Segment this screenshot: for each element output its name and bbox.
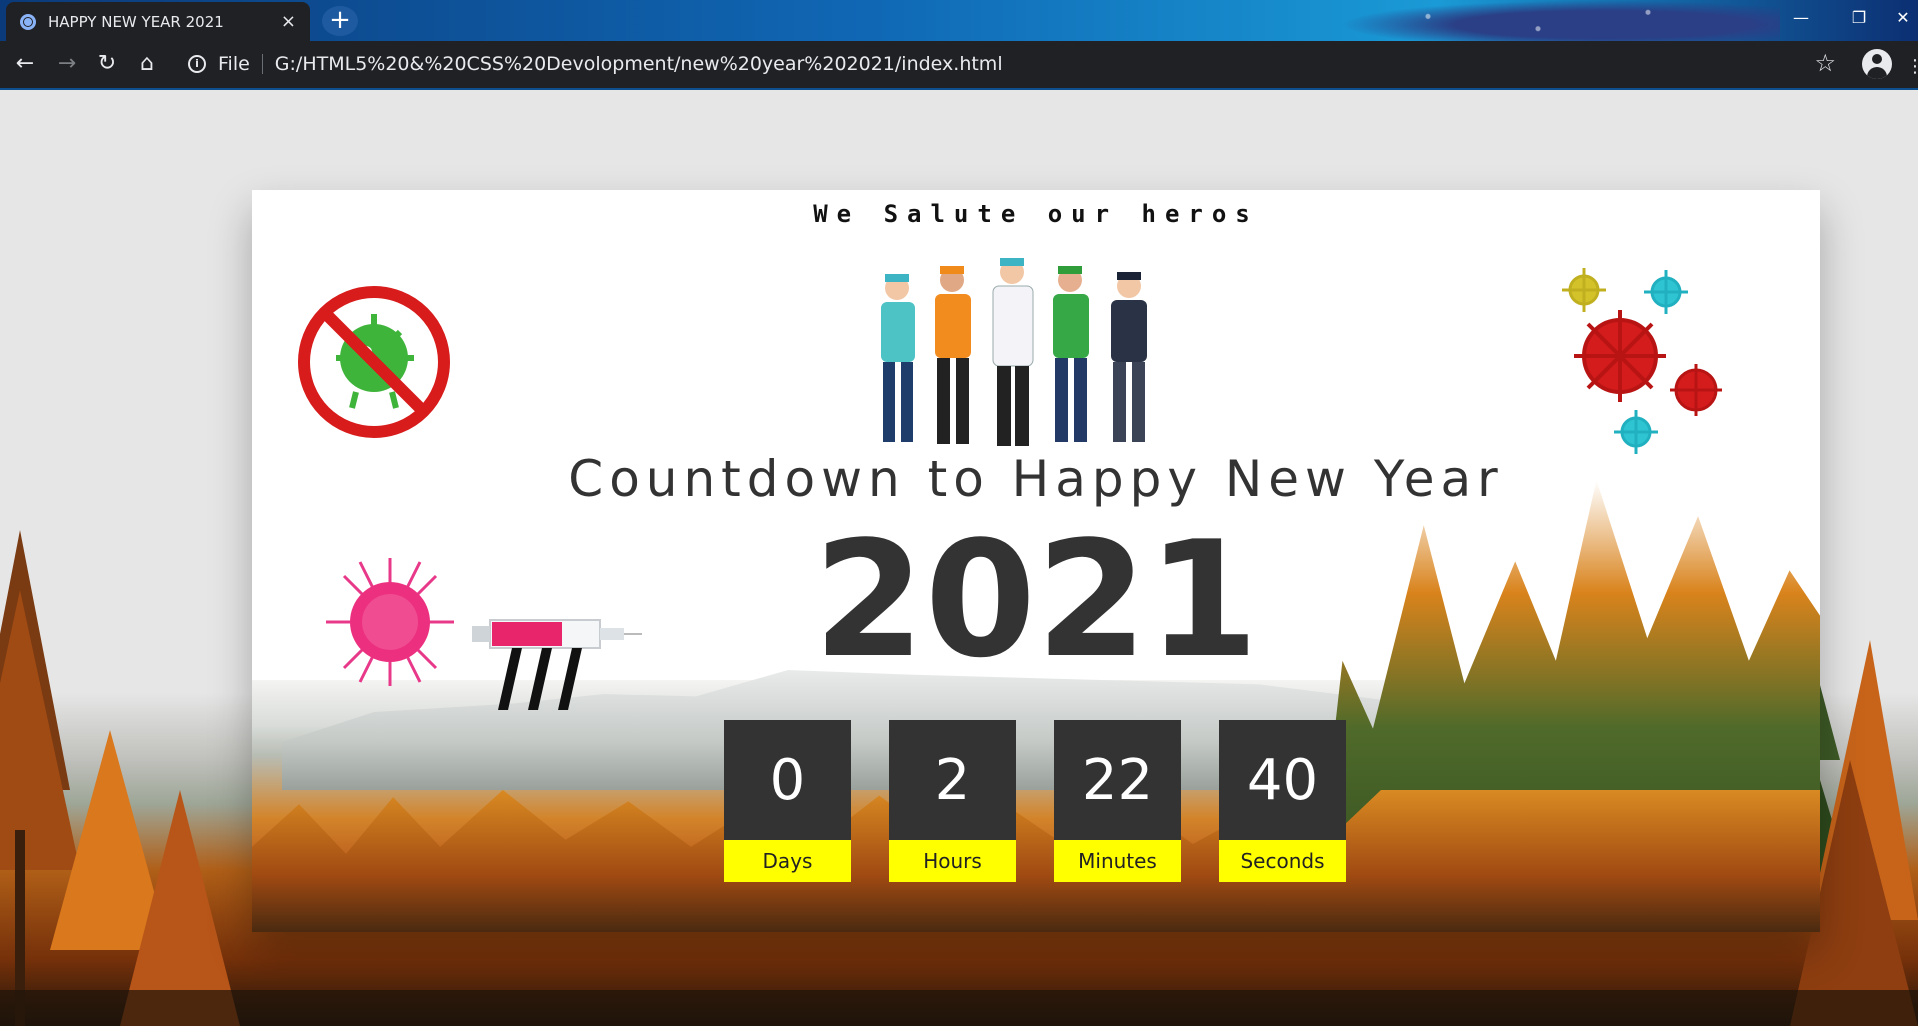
browser-toolbar: ← → ↻ ⌂ i File G:/HTML5%20&%20CSS%20Devo… bbox=[0, 41, 1918, 90]
hours-value: 2 bbox=[889, 720, 1016, 840]
back-button[interactable]: ← bbox=[10, 49, 40, 79]
file-label: File bbox=[218, 53, 250, 75]
reload-button[interactable]: ↻ bbox=[92, 49, 122, 79]
countdown-title: Countdown to Happy New Year bbox=[568, 450, 1504, 508]
seconds-label: Seconds bbox=[1219, 840, 1346, 882]
address-bar[interactable]: i File G:/HTML5%20&%20CSS%20Devolopment/… bbox=[176, 47, 1850, 81]
menu-icon[interactable]: ⋮ bbox=[1906, 56, 1918, 77]
minutes-value: 22 bbox=[1054, 720, 1181, 840]
no-virus-sign-icon bbox=[298, 286, 450, 438]
page-viewport: We Salute our heros Countdown to Happy N… bbox=[0, 90, 1918, 1026]
divider bbox=[261, 54, 263, 74]
minutes-counter: 22 Minutes bbox=[1054, 720, 1181, 882]
forward-button[interactable]: → bbox=[52, 49, 82, 79]
days-value: 0 bbox=[724, 720, 851, 840]
info-icon[interactable]: i bbox=[188, 55, 206, 73]
tab-title: HAPPY NEW YEAR 2021 bbox=[48, 12, 224, 31]
seconds-value: 40 bbox=[1219, 720, 1346, 840]
heroes-illustration bbox=[881, 258, 1147, 446]
days-counter: 0 Days bbox=[724, 720, 851, 882]
virus-cluster-icon bbox=[1562, 268, 1722, 454]
tab-strip: HAPPY NEW YEAR 2021 × + — ❐ ✕ bbox=[0, 0, 1918, 41]
days-label: Days bbox=[724, 840, 851, 882]
left-trees-image bbox=[0, 530, 240, 1026]
browser-tab[interactable]: HAPPY NEW YEAR 2021 × bbox=[6, 2, 310, 41]
minimize-button[interactable]: — bbox=[1772, 0, 1830, 36]
wallpaper-decoration bbox=[1340, 0, 1780, 41]
seconds-counter: 40 Seconds bbox=[1219, 720, 1346, 882]
minutes-label: Minutes bbox=[1054, 840, 1181, 882]
url-text[interactable]: G:/HTML5%20&%20CSS%20Devolopment/new%20y… bbox=[275, 53, 1003, 75]
globe-icon bbox=[20, 13, 36, 30]
salute-heading: We Salute our heros bbox=[813, 200, 1259, 228]
close-window-button[interactable]: ✕ bbox=[1888, 0, 1918, 36]
close-tab-icon[interactable]: × bbox=[281, 12, 296, 31]
hours-label: Hours bbox=[889, 840, 1016, 882]
bookmark-star-icon[interactable]: ☆ bbox=[1814, 49, 1836, 77]
year-display: 2021 bbox=[813, 506, 1259, 693]
restore-button[interactable]: ❐ bbox=[1830, 0, 1888, 36]
new-tab-button[interactable]: + bbox=[322, 6, 358, 36]
countdown-card: We Salute our heros Countdown to Happy N… bbox=[252, 190, 1820, 932]
home-button[interactable]: ⌂ bbox=[132, 49, 162, 79]
hours-counter: 2 Hours bbox=[889, 720, 1016, 882]
countdown-counters: 0 Days 2 Hours 22 Minutes 40 Seconds bbox=[724, 720, 1346, 882]
bottom-ground-shade bbox=[0, 990, 1918, 1026]
profile-avatar-icon[interactable] bbox=[1862, 49, 1892, 79]
